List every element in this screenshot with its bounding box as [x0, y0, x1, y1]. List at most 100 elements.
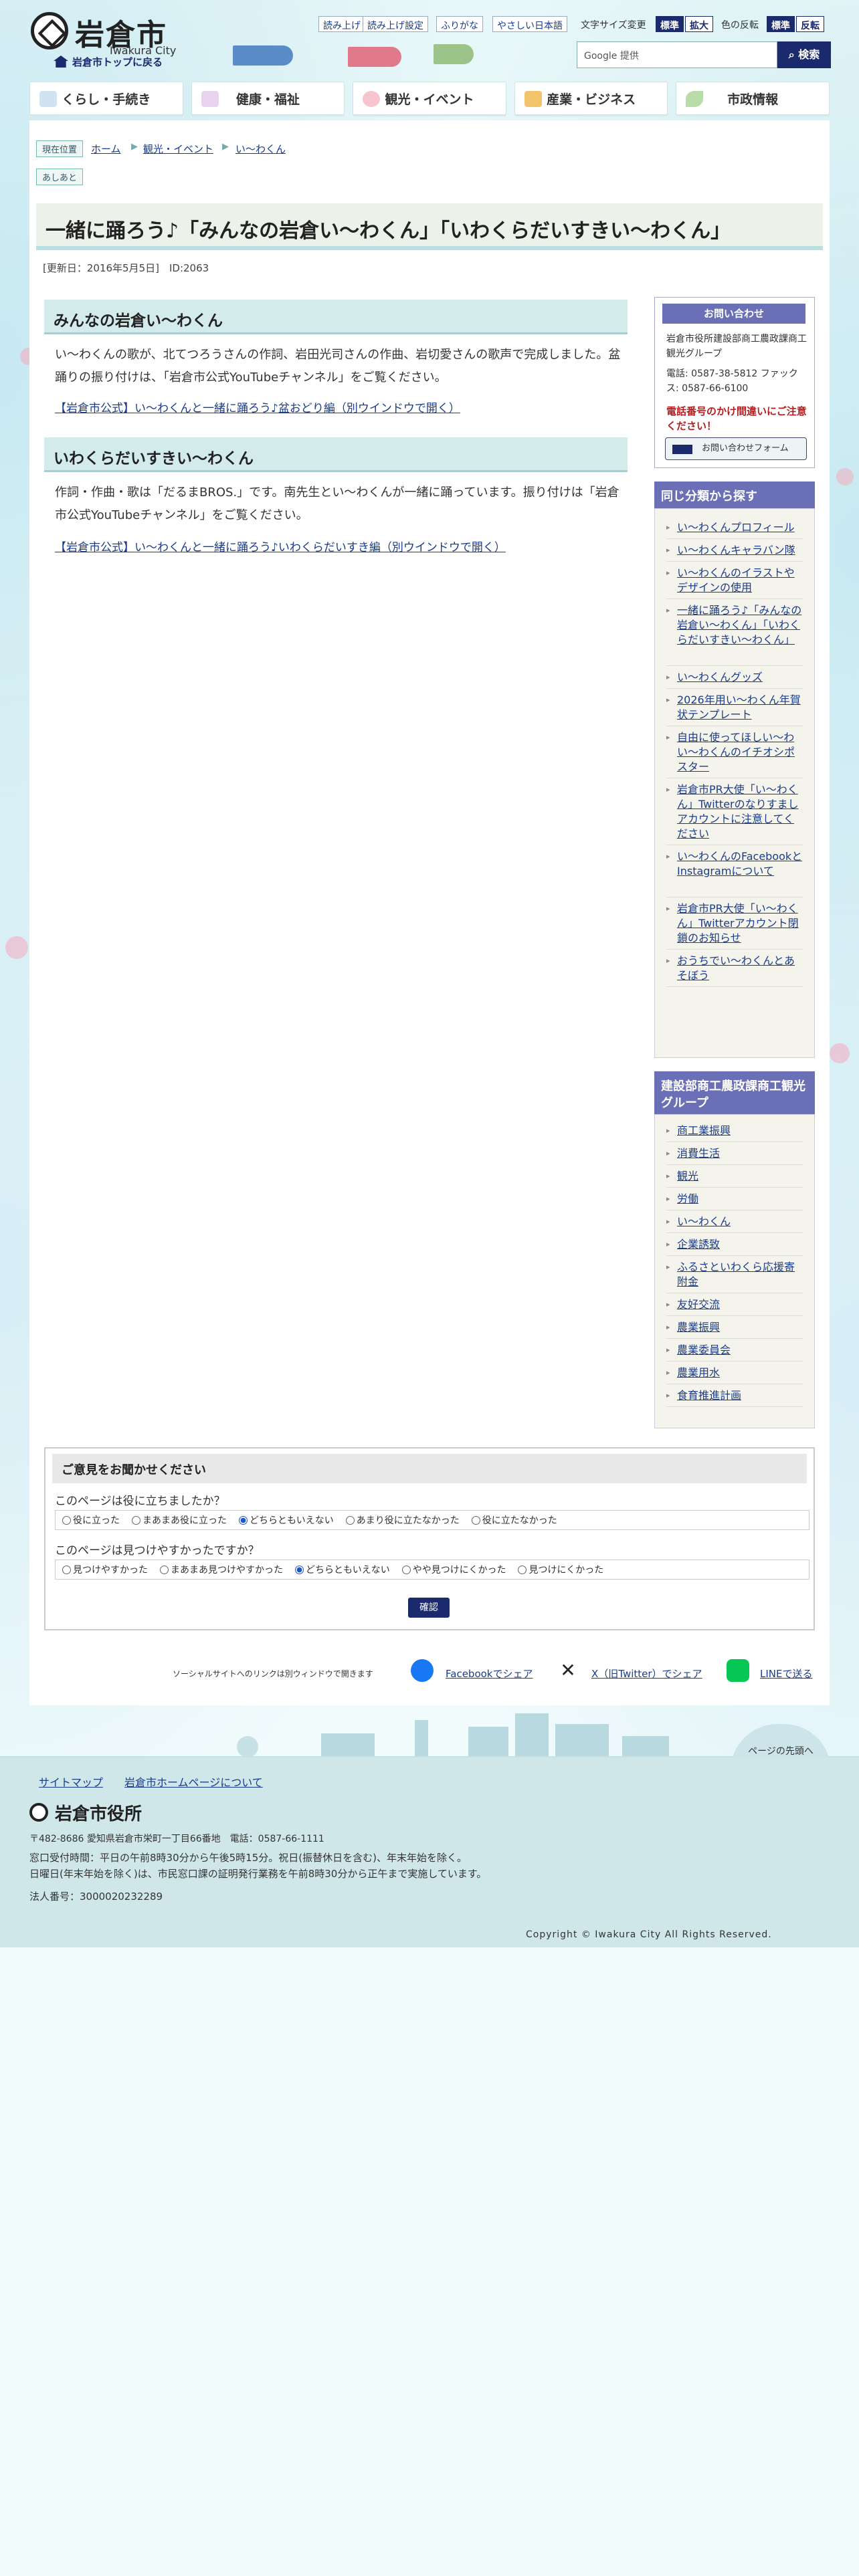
survey-option[interactable]: あまり役に立たなかった [345, 1513, 460, 1527]
group-item[interactable]: 農業委員会 [677, 1343, 804, 1358]
font-standard-button[interactable]: 標準 [656, 16, 684, 32]
search-button[interactable]: ⌕ 検索 [777, 41, 831, 68]
radio-button[interactable] [62, 1516, 71, 1525]
related-item[interactable]: い〜わくんグッズ [677, 670, 804, 685]
related-item[interactable]: 岩倉市PR大使「い〜わくん」Twitterのなりすましアカウントに注意してくださ… [677, 782, 804, 841]
survey-option[interactable]: 見つけやすかった [62, 1563, 148, 1576]
survey-option-label: やや見つけにくかった [412, 1565, 506, 1576]
chevron-right-icon: ▸ [666, 1194, 670, 1203]
nav-item-business[interactable]: 産業・ビジネス [514, 82, 668, 115]
radio-button[interactable] [401, 1566, 411, 1574]
survey-option[interactable]: まあまあ役に立った [132, 1513, 227, 1527]
x-icon[interactable]: ✕ [557, 1659, 579, 1682]
related-item[interactable]: 自由に使ってほしい〜わい〜わくんのイチオシポスター [677, 730, 804, 774]
facebook-share-link[interactable]: Facebookでシェア [446, 1667, 533, 1681]
section-text: 作詞・作曲・歌は「だるまBROS.」です。南先生とい〜わくんが一緒に踊っています… [55, 486, 619, 522]
petal-decoration [5, 936, 28, 959]
survey-option-label: 見つけやすかった [73, 1565, 148, 1576]
furigana-button[interactable]: ふりがな [436, 16, 483, 32]
divider [666, 1232, 803, 1233]
group-item[interactable]: 労働 [677, 1192, 804, 1206]
petal-decoration [830, 1043, 850, 1063]
breadcrumb-home[interactable]: ホーム [91, 142, 121, 156]
group-item[interactable]: 食育推進計画 [677, 1388, 804, 1403]
footer-sitemap-link[interactable]: サイトマップ [39, 1774, 103, 1790]
related-item[interactable]: い〜わくんのFacebookとInstagramについて [677, 849, 804, 879]
group-item[interactable]: 観光 [677, 1169, 804, 1184]
youtube-link-bon-odori[interactable]: 【岩倉市公式】い〜わくんと一緒に踊ろう♪盆おどり編（別ウインドウで開く） [55, 399, 460, 415]
chevron-right-icon: ▸ [666, 1300, 670, 1309]
nav-item-government[interactable]: 市政情報 [676, 82, 830, 115]
read-settings-button[interactable]: 読み上げ設定 [363, 16, 428, 32]
survey-heading: ご意見をお聞かせください [52, 1454, 807, 1483]
radio-button[interactable] [345, 1516, 355, 1525]
contact-form-label: お問い合わせフォーム [702, 443, 789, 453]
divider [666, 1187, 803, 1188]
color-standard-button[interactable]: 標準 [767, 16, 795, 32]
related-item[interactable]: 2026年用い〜わくん年賀状テンプレート [677, 693, 804, 722]
read-aloud-button[interactable]: 読み上げ [318, 16, 365, 32]
radio-button[interactable] [160, 1566, 169, 1574]
radio-button[interactable] [518, 1566, 527, 1574]
group-item[interactable]: 農業振興 [677, 1320, 804, 1335]
related-item[interactable]: 一緒に踊ろう♪「みんなの岩倉い〜わくん」「いわくらだいすきい〜わくん」 [677, 603, 804, 647]
breadcrumb-tourism[interactable]: 観光・イベント [143, 142, 213, 156]
related-item[interactable]: い〜わくんのイラストやデザインの使用 [677, 566, 804, 595]
footer-address: 〒482-8686 愛知県岩倉市栄町一丁目66番地 電話：0587-66-111… [29, 1834, 324, 1844]
group-item[interactable]: い〜わくん [677, 1214, 804, 1229]
radio-button[interactable] [239, 1516, 248, 1525]
breadcrumb-iwakun[interactable]: い〜わくん [235, 142, 286, 156]
group-item[interactable]: 農業用水 [677, 1366, 804, 1380]
survey-option-label: どちらともいえない [306, 1565, 390, 1576]
radio-button[interactable] [132, 1516, 140, 1525]
site-header: 岩倉市 Iwakura City 岩倉市トップに戻る 読み上げ 読み上げ設定 ふ… [0, 0, 859, 80]
survey-option[interactable]: まあまあ見つけやすかった [160, 1563, 283, 1576]
youtube-link-daisuki[interactable]: 【岩倉市公式】い〜わくんと一緒に踊ろう♪いわくらだいすき編（別ウインドウで開く） [55, 538, 506, 554]
nav-item-living[interactable]: くらし・手続き [29, 82, 183, 115]
font-large-button[interactable]: 拡大 [685, 16, 713, 32]
survey-options-2: 見つけやすかった まあまあ見つけやすかった どちらともいえない やや見つけにくかった 見… [55, 1560, 809, 1580]
footer-about-link[interactable]: 岩倉市ホームページについて [124, 1774, 263, 1790]
survey-option[interactable]: どちらともいえない [295, 1563, 390, 1576]
x-share-link[interactable]: X（旧Twitter）でシェア [591, 1667, 702, 1681]
contact-form-button[interactable]: お問い合わせフォーム [665, 437, 807, 460]
facebook-icon[interactable] [411, 1659, 434, 1682]
group-item[interactable]: 企業誘致 [677, 1237, 804, 1252]
survey-option[interactable]: どちらともいえない [239, 1513, 334, 1527]
chevron-right-icon: ▸ [666, 1217, 670, 1226]
related-item[interactable]: い〜わくんプロフィール [677, 520, 804, 535]
radio-button[interactable] [62, 1566, 71, 1574]
group-item[interactable]: 友好交流 [677, 1297, 804, 1312]
nav-item-health[interactable]: 健康・福祉 [191, 82, 345, 115]
line-share-link[interactable]: LINEで送る [760, 1667, 812, 1681]
breadcrumb-tag: 現在位置 [36, 140, 84, 157]
survey-option-label: 見つけにくかった [529, 1565, 604, 1576]
radio-button[interactable] [471, 1516, 480, 1525]
copyright: Copyright © Iwakura City All Rights Rese… [526, 1929, 772, 1940]
petal-decoration [836, 468, 854, 486]
survey-option[interactable]: やや見つけにくかった [401, 1563, 506, 1576]
related-item[interactable]: い〜わくんキャラバン隊 [677, 543, 804, 558]
related-item[interactable]: 岩倉市PR大使「い〜わくん」Twitterアカウント閉鎖のお知らせ [677, 901, 804, 946]
survey-option[interactable]: 役に立たなかった [471, 1513, 557, 1527]
survey-option[interactable]: 見つけにくかった [518, 1563, 603, 1576]
nav-item-label: 観光・イベント [385, 92, 474, 107]
group-heading: 建設部商工農政課商工観光グループ [654, 1071, 815, 1114]
nav-item-tourism[interactable]: 観光・イベント [353, 82, 506, 115]
survey-question-1: このページは役に立ちましたか？ [55, 1495, 225, 1508]
radio-button[interactable] [295, 1566, 304, 1574]
footer-corp-no: 法人番号：3000020232289 [29, 1891, 163, 1903]
related-item[interactable]: おうちでい〜わくんとあそぼう [677, 954, 804, 983]
home-link[interactable]: 岩倉市トップに戻る [54, 55, 163, 69]
survey-confirm-button[interactable]: 確認 [408, 1598, 450, 1618]
survey-option[interactable]: 役に立った [62, 1513, 120, 1527]
group-item[interactable]: 商工業振興 [677, 1123, 804, 1138]
color-invert-button[interactable]: 反転 [796, 16, 824, 32]
group-item[interactable]: ふるさといわくら応援寄附金 [677, 1260, 804, 1289]
line-icon[interactable] [727, 1659, 749, 1682]
search-input[interactable]: Google 提供 [577, 41, 777, 68]
group-item[interactable]: 消費生活 [677, 1146, 804, 1161]
easy-japanese-button[interactable]: やさしい日本語 [492, 16, 567, 32]
chevron-right-icon: ▸ [666, 904, 670, 913]
survey-option-label: あまり役に立たなかった [356, 1515, 460, 1526]
